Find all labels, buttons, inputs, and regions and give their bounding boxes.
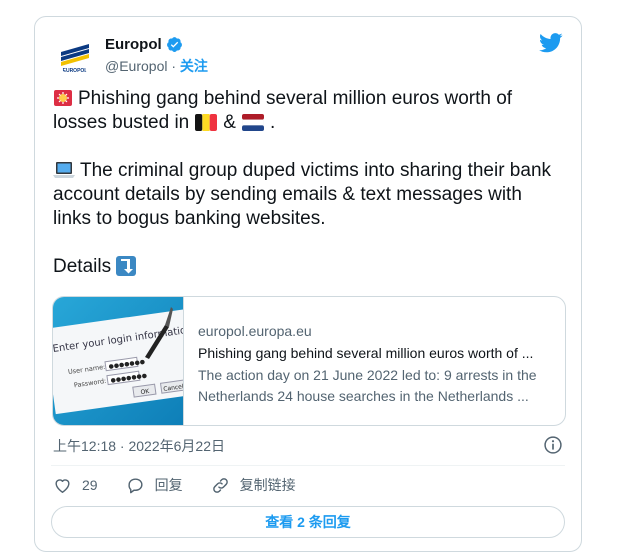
like-count: 29 — [82, 477, 98, 493]
link-preview-card[interactable]: Enter your login information: User name:… — [52, 296, 566, 426]
tweet-paragraph-3: Details — [53, 255, 565, 279]
info-icon[interactable] — [543, 435, 563, 455]
para2-text: The criminal group duped victims into sh… — [53, 160, 552, 229]
like-button[interactable]: 29 — [53, 476, 98, 495]
laptop-emoji-icon — [53, 162, 75, 178]
view-replies-button[interactable]: 查看 2 条回复 — [51, 506, 565, 538]
line1-amp: & — [223, 112, 236, 133]
reply-icon — [127, 477, 143, 493]
copy-link-button[interactable]: 复制链接 — [211, 475, 296, 495]
view-replies-label: 查看 2 条回复 — [265, 514, 351, 530]
logo-text: EUROPOL — [63, 68, 88, 74]
reply-button[interactable]: 回复 — [126, 475, 183, 495]
follow-link[interactable]: 关注 — [180, 58, 208, 74]
tweet-paragraph-2: The criminal group duped victims into sh… — [53, 159, 565, 231]
police-light-emoji-icon — [54, 90, 72, 106]
netherlands-flag-icon — [241, 114, 264, 131]
tweet-text: Phishing gang behind several million eur… — [53, 87, 565, 279]
link-thumbnail: Enter your login information: User name:… — [53, 297, 205, 425]
belgium-flag-icon — [195, 114, 218, 131]
copy-link-label: 复制链接 — [239, 477, 296, 493]
link-domain: europol.europa.eu — [198, 323, 312, 339]
author-name-row[interactable]: Europol — [105, 36, 183, 53]
link-icon — [212, 477, 228, 493]
europol-avatar[interactable]: EUROPOL — [55, 35, 95, 75]
reply-label: 回复 — [154, 477, 183, 493]
heart-icon — [55, 478, 70, 493]
display-name[interactable]: Europol — [105, 36, 162, 53]
login-screen-image: Enter your login information: User name:… — [53, 297, 205, 425]
action-bar: 29 回复 复制链接 — [53, 475, 324, 495]
divider — [51, 465, 565, 466]
tweet-timestamp[interactable]: 上午12:18 · 2022年6月22日 — [53, 436, 225, 456]
verified-badge-icon — [166, 37, 182, 52]
tweet-card: EUROPOL Europol @Europol · 关注 Phishing g… — [34, 16, 582, 552]
twitter-bird-icon[interactable] — [539, 33, 563, 53]
handle-row: @Europol · 关注 — [105, 56, 208, 76]
details-text: Details — [53, 256, 112, 277]
link-meta: europol.europa.eu Phishing gang behind s… — [184, 297, 565, 425]
line1-text: Phishing gang behind several million eur… — [53, 88, 513, 133]
separator: · — [167, 58, 180, 74]
tweet-paragraph-1: Phishing gang behind several million eur… — [53, 87, 565, 135]
link-description: The action day on 21 June 2022 led to: 9… — [198, 367, 537, 404]
europol-logo-icon: EUROPOL — [55, 35, 95, 75]
line1-end: . — [269, 112, 276, 133]
link-title: Phishing gang behind several million eur… — [198, 345, 534, 361]
handle[interactable]: @Europol — [105, 58, 167, 74]
arrow-down-emoji-icon — [116, 256, 137, 276]
